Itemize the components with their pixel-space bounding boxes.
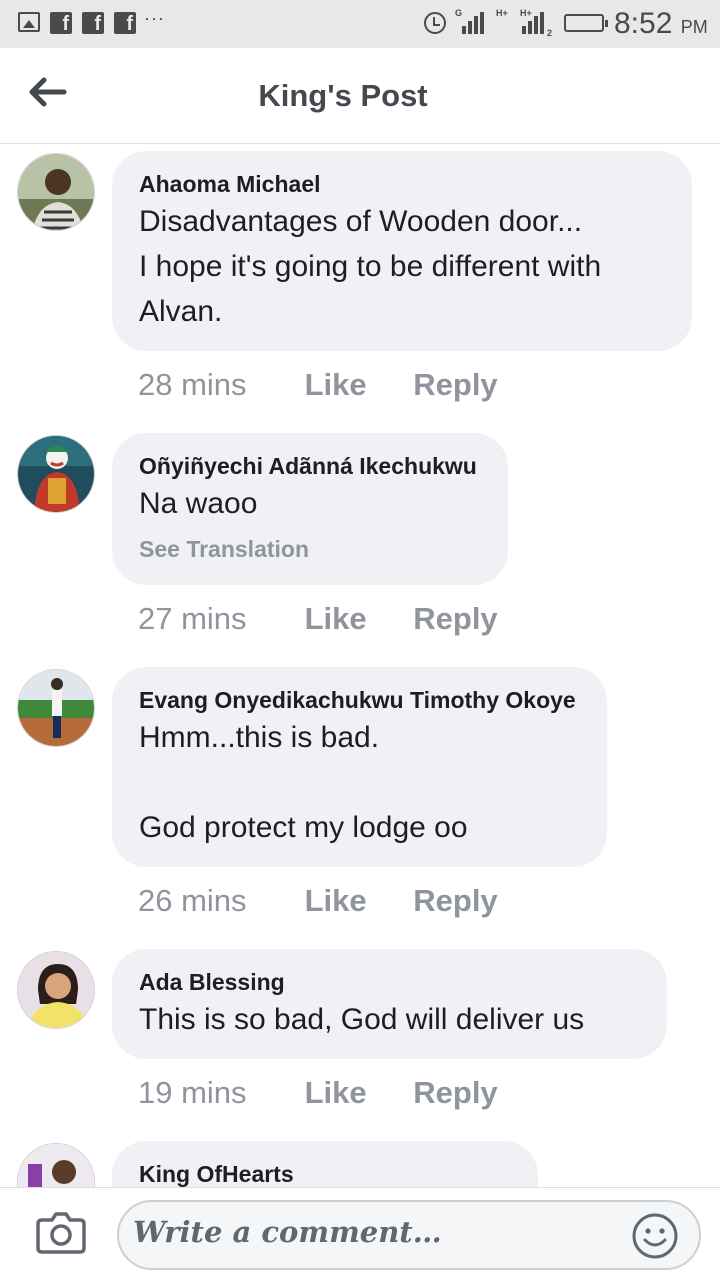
comment-timestamp[interactable]: 27 mins (138, 601, 296, 637)
avatar[interactable] (17, 153, 95, 231)
network-type-label: H+ (496, 8, 508, 18)
comment-bubble[interactable]: Ahaoma Michael Disadvantages of Wooden d… (112, 151, 692, 351)
clock-time: 8:52 PM (614, 7, 708, 41)
battery-icon (564, 14, 608, 32)
comments-list: Ahaoma Michael Disadvantages of Wooden d… (0, 145, 720, 1187)
like-button[interactable]: Like (305, 883, 405, 919)
comment-author[interactable]: Oñyiñyechi Adãnná Ikechukwu (139, 451, 480, 481)
signal-icon (462, 10, 492, 34)
like-button[interactable]: Like (305, 601, 405, 637)
facebook-icon: f (114, 12, 136, 35)
comment-author[interactable]: Evang Onyedikachukwu Timothy Okoye (139, 685, 579, 715)
comment-actions: 26 mins Like Reply (138, 883, 498, 919)
comment-actions: 19 mins Like Reply (138, 1075, 498, 1111)
sim-slot-label: 2 (547, 28, 553, 38)
reply-button[interactable]: Reply (413, 883, 497, 919)
reply-button[interactable]: Reply (413, 1075, 497, 1111)
reply-button[interactable]: Reply (413, 367, 497, 403)
like-button[interactable]: Like (305, 1075, 405, 1111)
comment-author[interactable]: King OfHearts (139, 1159, 510, 1187)
avatar[interactable] (17, 435, 95, 513)
comment-timestamp[interactable]: 19 mins (138, 1075, 296, 1111)
more-dots-icon: ··· (144, 8, 165, 28)
avatar[interactable] (17, 669, 95, 747)
comment-input-placeholder: Write a comment… (133, 1215, 442, 1249)
comment-author[interactable]: Ahaoma Michael (139, 169, 664, 199)
comment-actions: 27 mins Like Reply (138, 601, 498, 637)
reply-button[interactable]: Reply (413, 601, 497, 637)
avatar[interactable] (17, 951, 95, 1029)
see-translation-link[interactable]: See Translation (139, 534, 480, 564)
comment-text: This is so bad, God will deliver us (139, 1003, 585, 1036)
comment-bubble[interactable]: Oñyiñyechi Adãnná Ikechukwu Na waoo See … (112, 433, 508, 585)
alarm-icon (424, 12, 446, 34)
comment-actions: 28 mins Like Reply (138, 367, 498, 403)
comment-text: Na waoo (139, 487, 258, 520)
comment-bubble[interactable]: Ada Blessing This is so bad, God will de… (112, 949, 667, 1059)
comment-text: Disadvantages of Wooden door... I hope i… (139, 205, 602, 328)
comment-bubble[interactable]: King OfHearts (112, 1141, 538, 1187)
status-bar: f f f ··· G H+ H+ 2 8:52 PM (0, 0, 720, 48)
page-title: King's Post (258, 78, 428, 113)
like-button[interactable]: Like (305, 367, 405, 403)
smiley-icon[interactable] (631, 1212, 679, 1260)
comment-timestamp[interactable]: 28 mins (138, 367, 296, 403)
gallery-icon (18, 12, 40, 32)
avatar[interactable] (17, 1143, 95, 1187)
network-type-label: G (455, 8, 463, 18)
camera-icon[interactable] (36, 1210, 86, 1254)
comment-bubble[interactable]: Evang Onyedikachukwu Timothy Okoye Hmm..… (112, 667, 607, 867)
comment-text: Hmm...this is bad. God protect my lodge … (139, 721, 468, 844)
comment-input[interactable]: Write a comment… (117, 1200, 701, 1270)
clock-hour: 8:52 (614, 7, 673, 40)
comment-timestamp[interactable]: 26 mins (138, 883, 296, 919)
comment-author[interactable]: Ada Blessing (139, 967, 639, 997)
clock-ampm: PM (680, 17, 708, 37)
app-header: King's Post (0, 48, 720, 144)
facebook-icon: f (82, 12, 104, 35)
facebook-icon: f (50, 12, 72, 35)
comment-composer: Write a comment… (0, 1187, 720, 1280)
